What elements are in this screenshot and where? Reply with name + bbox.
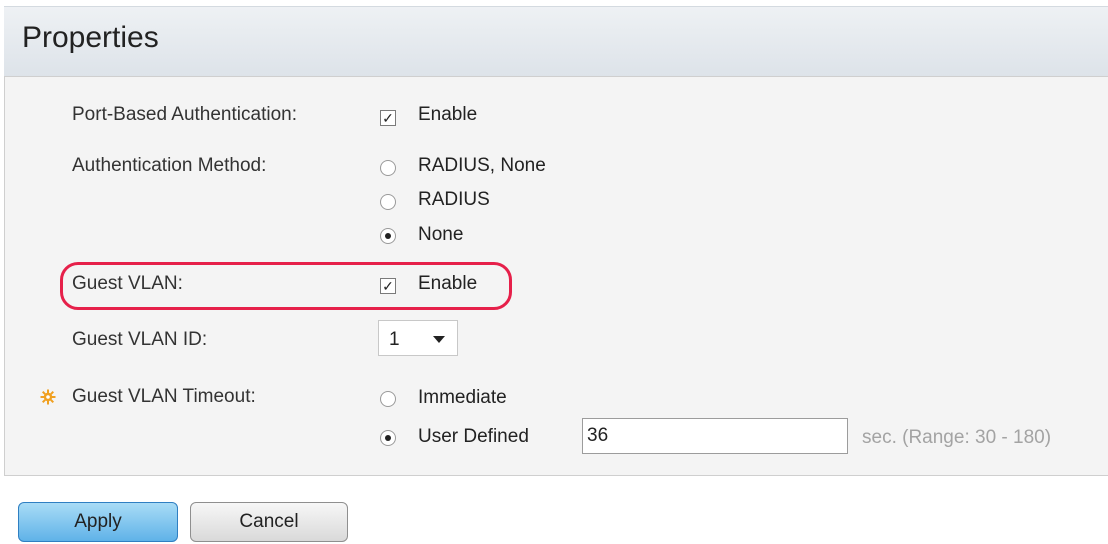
- auth-method-radio-radius[interactable]: [380, 194, 396, 210]
- guest-vlan-timeout-label: Guest VLAN Timeout:: [72, 386, 256, 407]
- timeout-radio-immediate[interactable]: [380, 391, 396, 407]
- page-title: Properties: [22, 21, 159, 54]
- auth-method-radio-none[interactable]: [380, 228, 396, 244]
- guest-vlan-label: Guest VLAN:: [72, 273, 183, 294]
- chevron-down-icon: [433, 336, 445, 343]
- guest-vlan-id-select[interactable]: 1: [378, 320, 458, 356]
- guest-vlan-id-label: Guest VLAN ID:: [72, 329, 208, 350]
- cancel-button[interactable]: Cancel: [190, 502, 348, 542]
- timeout-value-input[interactable]: [582, 418, 848, 454]
- gear-icon: [40, 389, 56, 405]
- auth-method-option-radius: RADIUS: [418, 189, 490, 210]
- auth-method-option-none: None: [418, 224, 464, 245]
- timeout-range-hint: sec. (Range: 30 - 180): [862, 427, 1052, 448]
- port-auth-enable-label: Enable: [418, 104, 478, 125]
- guest-vlan-id-value: 1: [389, 329, 400, 350]
- auth-method-option-radius-none: RADIUS, None: [418, 155, 546, 176]
- auth-method-radio-radius-none[interactable]: [380, 160, 396, 176]
- page-header: Properties: [4, 6, 1108, 77]
- auth-method-label: Authentication Method:: [72, 155, 267, 176]
- apply-button[interactable]: Apply: [18, 502, 178, 542]
- timeout-option-immediate: Immediate: [418, 387, 507, 408]
- timeout-radio-user-defined[interactable]: [380, 430, 396, 446]
- guest-vlan-checkbox[interactable]: ✓: [380, 278, 396, 294]
- port-auth-label: Port-Based Authentication:: [72, 104, 297, 125]
- port-auth-checkbox[interactable]: ✓: [380, 110, 396, 126]
- timeout-option-user-defined: User Defined: [418, 426, 529, 447]
- guest-vlan-enable-label: Enable: [418, 273, 478, 294]
